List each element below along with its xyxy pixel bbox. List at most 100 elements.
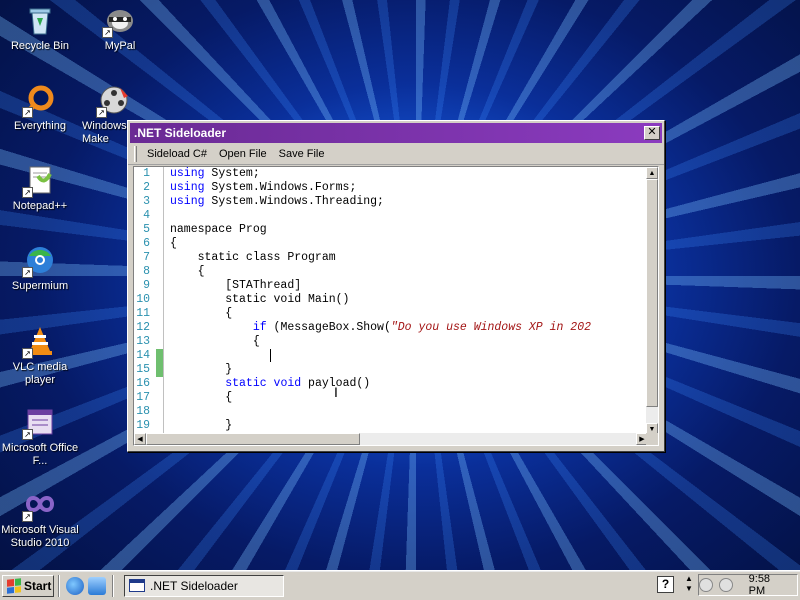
line-number: 15 xyxy=(136,363,150,376)
code-line[interactable]: 3 using System.Windows.Threading; xyxy=(134,195,648,209)
shortcut-arrow-icon: ↗ xyxy=(22,429,33,440)
code-text: } xyxy=(164,363,232,377)
desktop-icon-label: Windows Make xyxy=(82,120,127,145)
line-number: 3 xyxy=(143,195,150,208)
code-line[interactable]: 18 xyxy=(134,405,648,419)
code-line[interactable]: 15 } xyxy=(134,363,648,377)
line-number: 9 xyxy=(143,279,150,292)
vertical-scroll-thumb[interactable] xyxy=(646,179,658,407)
desktop-icon-notepad-plus-plus[interactable]: ↗ Notepad++ xyxy=(0,164,80,213)
vertical-scrollbar[interactable]: ▲ ▼ xyxy=(646,167,658,435)
code-token: static class Program xyxy=(170,251,336,264)
clock[interactable]: 9:58 PM xyxy=(749,573,789,597)
line-number: 14 xyxy=(136,349,150,362)
desktop-icon-vlc[interactable]: ↗ VLC media player xyxy=(0,325,80,387)
toolbar-grip[interactable] xyxy=(134,145,137,162)
shortcut-arrow-icon: ↗ xyxy=(102,27,113,38)
code-line[interactable]: 8 { xyxy=(134,265,648,279)
fold-margin xyxy=(156,335,164,349)
scroll-up-arrow-icon[interactable]: ▲ xyxy=(646,167,658,179)
taskbar-button-sideloader[interactable]: .NET Sideloader xyxy=(124,574,284,597)
shortcut-arrow-icon: ↗ xyxy=(22,267,33,278)
line-number: 6 xyxy=(143,237,150,250)
scrollbar-corner xyxy=(646,433,658,445)
code-line[interactable]: 16 static void payload() xyxy=(134,377,648,391)
recycle-bin-icon xyxy=(24,4,56,36)
code-area[interactable]: 1 using System; 2 using System.Windows.Form… xyxy=(134,167,648,435)
code-token: { xyxy=(170,237,177,250)
code-line[interactable]: 13 { xyxy=(134,335,648,349)
line-number: 5 xyxy=(143,223,150,236)
code-token: static void Main() xyxy=(170,293,350,306)
line-number: 10 xyxy=(136,293,150,306)
code-line[interactable]: 19 } xyxy=(134,419,648,433)
line-number: 19 xyxy=(136,419,150,432)
code-text: namespace Prog xyxy=(164,223,267,237)
internet-explorer-icon[interactable] xyxy=(66,576,84,595)
desktop-icon-mypal[interactable]: ↗ MyPal xyxy=(80,4,160,53)
code-keyword: using xyxy=(170,167,205,180)
change-marker xyxy=(156,349,164,363)
window-title: .NET Sideloader xyxy=(134,126,227,140)
code-line[interactable]: 9 [STAThread] xyxy=(134,279,648,293)
close-button[interactable]: ✕ xyxy=(644,126,660,140)
tray-volume-icon[interactable] xyxy=(718,578,733,592)
line-number: 4 xyxy=(143,209,150,222)
tray-network-icon[interactable] xyxy=(698,578,713,592)
menu-open-file[interactable]: Open File xyxy=(213,146,273,162)
visual-studio-infinity-icon: ↗ xyxy=(22,488,56,522)
desktop-icon-windows-movie-maker[interactable]: ↗ Windows Make xyxy=(80,84,132,146)
shortcut-arrow-icon: ↗ xyxy=(96,107,107,118)
code-token: { xyxy=(170,335,260,348)
desktop-icon-microsoft-office[interactable]: ↗ Microsoft Office F... xyxy=(0,406,80,468)
desktop-icon-recycle-bin[interactable]: Recycle Bin xyxy=(0,4,80,53)
code-editor[interactable]: 1 using System; 2 using System.Windows.Form… xyxy=(133,166,659,446)
horizontal-scrollbar[interactable]: ◀ ▶ xyxy=(134,433,648,445)
shortcut-arrow-icon: ↗ xyxy=(22,107,33,118)
code-line[interactable]: 10 static void Main() xyxy=(134,293,648,307)
code-line[interactable]: 1 using System; xyxy=(134,167,648,181)
code-text: { xyxy=(164,237,177,251)
menu-save-file[interactable]: Save File xyxy=(273,146,331,162)
desktop-icon-visual-studio[interactable]: ↗ Microsoft Visual Studio 2010 xyxy=(0,488,82,550)
sideloader-window: .NET Sideloader ✕ Sideload C# Open File … xyxy=(127,120,665,452)
code-token: namespace Prog xyxy=(170,223,267,236)
code-token: [STAThread] xyxy=(170,279,302,292)
code-token: } xyxy=(170,363,233,376)
code-text: using System.Windows.Forms; xyxy=(164,181,356,195)
code-line[interactable]: 2 using System.Windows.Forms; xyxy=(134,181,648,195)
start-button[interactable]: Start xyxy=(2,574,54,597)
code-text: { xyxy=(164,391,232,405)
desktop-icon-everything[interactable]: ↗ Everything xyxy=(0,84,80,133)
code-line[interactable]: 4 xyxy=(134,209,648,223)
line-number: 7 xyxy=(143,251,150,264)
text-caret xyxy=(270,349,271,362)
scroll-left-arrow-icon[interactable]: ◀ xyxy=(134,433,146,445)
code-line[interactable]: 17 { xyxy=(134,391,648,405)
code-keyword: using xyxy=(170,195,205,208)
window-titlebar[interactable]: .NET Sideloader ✕ xyxy=(130,123,662,143)
code-line[interactable]: 5 namespace Prog xyxy=(134,223,648,237)
menu-sideload-csharp[interactable]: Sideload C# xyxy=(141,146,213,162)
horizontal-scroll-thumb[interactable] xyxy=(146,433,360,445)
fold-margin xyxy=(156,377,164,391)
system-tray: 9:58 PM xyxy=(698,573,798,597)
code-line[interactable]: 6{ xyxy=(134,237,648,251)
line-number: 8 xyxy=(143,265,150,278)
fold-margin xyxy=(156,419,164,433)
show-desktop-icon[interactable] xyxy=(88,576,106,595)
taskbar: Start .NET Sideloader ? ▲ ▼ 9:58 PM xyxy=(0,570,800,600)
mypal-icon: ↗ xyxy=(102,4,136,38)
code-line[interactable]: 12 if (MessageBox.Show("Do you use Windo… xyxy=(134,321,648,335)
code-line[interactable]: 14 xyxy=(134,349,648,363)
help-icon[interactable]: ? xyxy=(657,576,674,593)
code-token: System.Windows.Forms; xyxy=(204,181,357,194)
fold-margin xyxy=(156,279,164,293)
code-line[interactable]: 7 static class Program xyxy=(134,251,648,265)
code-line[interactable]: 11 { xyxy=(134,307,648,321)
desktop-icon-supermium[interactable]: ↗ Supermium xyxy=(0,244,80,293)
tray-expand-arrows-icon[interactable]: ▲ ▼ xyxy=(684,574,694,594)
supermium-icon: ↗ xyxy=(22,244,56,278)
line-number: 13 xyxy=(136,335,150,348)
